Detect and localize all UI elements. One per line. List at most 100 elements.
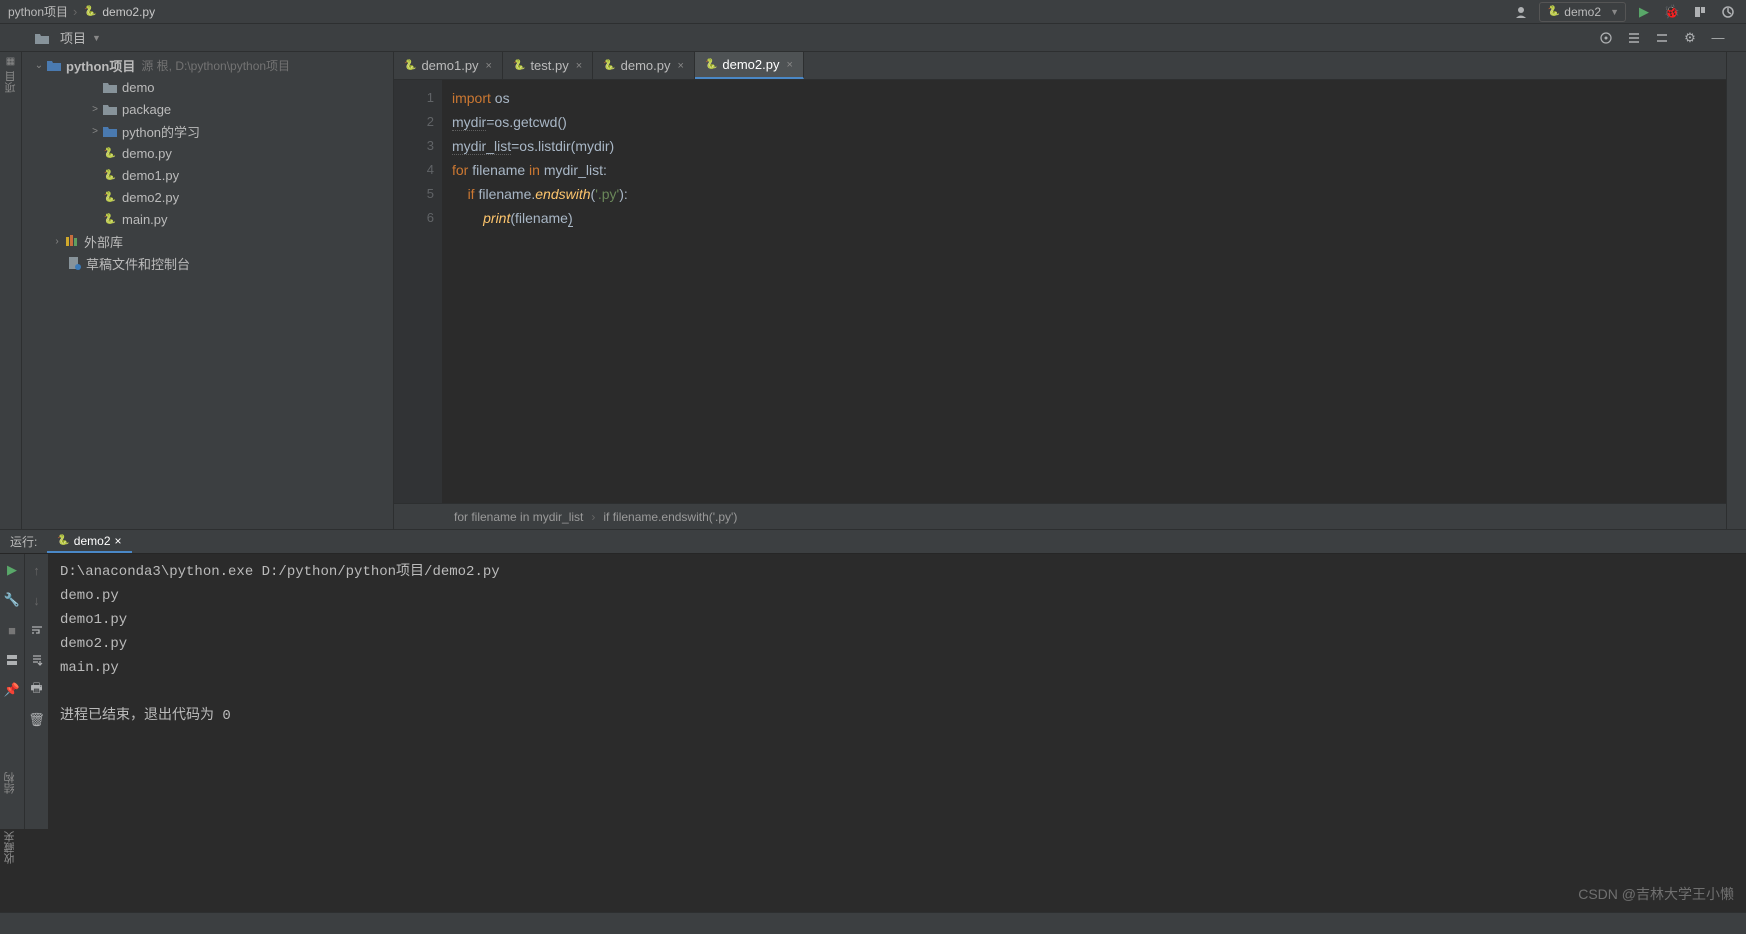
close-icon[interactable]: × <box>486 60 492 72</box>
tree-scratch[interactable]: 草稿文件和控制台 <box>22 252 393 274</box>
python-icon: 🐍 <box>57 535 69 546</box>
nav-breadcrumb-bar: python项目 › 🐍 demo2.py 🐍 demo2 ▼ ▶ 🐞 <box>0 0 1746 24</box>
tree-item-label: main.py <box>122 212 168 227</box>
close-icon[interactable]: × <box>576 60 582 72</box>
debug-icon[interactable]: 🐞 <box>1662 2 1682 22</box>
line-gutter[interactable]: 12345💡6 <box>394 80 442 503</box>
tree-item-label: package <box>122 102 171 117</box>
tree-item[interactable]: >package <box>22 98 393 120</box>
breadcrumb-project[interactable]: python项目 <box>8 3 68 20</box>
python-icon: 🐍 <box>1548 6 1560 17</box>
code-line[interactable]: mydir_list=os.listdir(mydir) <box>452 134 1726 158</box>
python-file-icon: 🐍 <box>513 60 525 71</box>
run-tab[interactable]: 🐍 demo2 × <box>47 530 131 553</box>
tree-item[interactable]: demo <box>22 76 393 98</box>
status-bar <box>0 912 1746 934</box>
code-line[interactable]: print(filename) <box>452 206 1726 230</box>
wrench-icon[interactable]: 🔧 <box>2 590 22 610</box>
line-number[interactable]: 4 <box>394 158 434 182</box>
down-icon[interactable]: ↓ <box>27 590 47 610</box>
print-icon[interactable]: 🖶 <box>27 680 47 700</box>
tree-ext-libs[interactable]: › 外部库 <box>22 230 393 252</box>
line-number[interactable]: 6 <box>394 206 434 230</box>
wrap-icon[interactable] <box>27 620 47 640</box>
editor-tab[interactable]: 🐍demo.py× <box>593 52 695 79</box>
breadcrumb-sep: › <box>73 4 77 19</box>
crumb-2[interactable]: if filename.endswith('.py') <box>603 510 737 524</box>
python-file-icon: 🐍 <box>82 4 98 20</box>
code-breadcrumb[interactable]: for filename in mydir_list › if filename… <box>394 503 1726 529</box>
user-icon[interactable] <box>1511 2 1531 22</box>
left-bottom-label-2[interactable]: 收藏夹 <box>2 831 18 864</box>
python-file-icon: 🐍 <box>102 167 118 183</box>
stop-icon[interactable]: ■ <box>2 620 22 640</box>
close-icon[interactable]: × <box>786 59 792 71</box>
tree-item-label: demo2.py <box>122 190 179 205</box>
run-config-selector[interactable]: 🐍 demo2 ▼ <box>1539 2 1626 22</box>
project-tree[interactable]: ⌄ python项目 源 根, D:\python\python项目 demo >… <box>22 52 393 529</box>
tree-item-label: demo1.py <box>122 168 179 183</box>
coverage-icon[interactable] <box>1690 2 1710 22</box>
tab-label: demo1.py <box>421 58 478 73</box>
tree-root[interactable]: ⌄ python项目 源 根, D:\python\python项目 <box>22 54 393 76</box>
run-panel-header: 运行: 🐍 demo2 × <box>0 530 1746 554</box>
line-number[interactable]: 3 <box>394 134 434 158</box>
tree-item[interactable]: 🐍 main.py <box>22 208 393 230</box>
run-icon[interactable]: ▶ <box>1634 2 1654 22</box>
code-line[interactable]: mydir=os.getcwd() <box>452 110 1726 134</box>
scroll-icon[interactable] <box>27 650 47 670</box>
tree-item[interactable]: 🐍 demo2.py <box>22 186 393 208</box>
tab-label: demo.py <box>621 58 671 73</box>
scratch-icon <box>66 255 82 271</box>
project-panel-title[interactable]: 项目 <box>60 28 86 47</box>
pin-icon[interactable]: 📌 <box>2 680 22 700</box>
python-file-icon: 🐍 <box>102 145 118 161</box>
editor-tab[interactable]: 🐍test.py× <box>503 52 593 79</box>
tree-root-hint: 源 根, D:\python\python项目 <box>141 57 290 74</box>
python-file-icon: 🐍 <box>102 189 118 205</box>
settings-icon[interactable]: ⚙ <box>1680 28 1700 48</box>
layout-icon[interactable] <box>2 650 22 670</box>
crumb-1[interactable]: for filename in mydir_list <box>454 510 583 524</box>
code-line[interactable]: import os <box>452 86 1726 110</box>
structure-icon[interactable]: ▦ <box>6 56 15 67</box>
line-number[interactable]: 1 <box>394 86 434 110</box>
code-line[interactable]: if filename.endswith('.py'): <box>452 182 1726 206</box>
up-icon[interactable]: ↑ <box>27 560 47 580</box>
collapse-all-icon[interactable] <box>1652 28 1672 48</box>
run-output[interactable]: D:\anaconda3\python.exe D:/python/python… <box>48 554 1746 829</box>
folder-icon <box>46 57 62 73</box>
close-icon[interactable]: × <box>678 60 684 72</box>
run-config-label: demo2 <box>1564 5 1601 19</box>
code-editor[interactable]: import osmydir=os.getcwd()mydir_list=os.… <box>442 80 1726 503</box>
tree-item[interactable]: 🐍 demo1.py <box>22 164 393 186</box>
left-gutter-label[interactable]: 项目 <box>3 71 19 93</box>
tree-item[interactable]: 🐍demo.py <box>22 142 393 164</box>
line-number[interactable]: 2 <box>394 110 434 134</box>
tree-scratch-label: 草稿文件和控制台 <box>86 254 190 273</box>
close-icon[interactable]: × <box>115 534 122 548</box>
folder-icon <box>102 79 118 95</box>
breadcrumb-file[interactable]: demo2.py <box>102 5 155 19</box>
run-panel-label: 运行: <box>0 533 47 550</box>
line-number[interactable]: 5💡 <box>394 182 434 206</box>
expand-all-icon[interactable] <box>1624 28 1644 48</box>
editor-tab[interactable]: 🐍 demo1.py × <box>394 52 503 79</box>
profile-icon[interactable] <box>1718 2 1738 22</box>
editor-tab[interactable]: 🐍demo2.py× <box>695 52 804 79</box>
chevron-down-icon[interactable]: ▼ <box>92 33 101 43</box>
rerun-icon[interactable]: ▶ <box>2 560 22 580</box>
chevron-right-icon: › <box>50 236 64 247</box>
minimize-icon[interactable]: — <box>1708 28 1728 48</box>
chevron-right-icon: > <box>88 126 102 137</box>
chevron-down-icon: ▼ <box>1610 7 1619 17</box>
tree-root-label: python项目 <box>66 56 135 75</box>
python-file-icon: 🐍 <box>404 60 416 71</box>
tree-item-label: demo <box>122 80 155 95</box>
code-line[interactable]: for filename in mydir_list: <box>452 158 1726 182</box>
python-file-icon: 🐍 <box>102 211 118 227</box>
left-bottom-label-1[interactable]: 结构 <box>2 772 18 794</box>
trash-icon[interactable]: 🗑 <box>27 710 47 730</box>
locate-icon[interactable] <box>1596 28 1616 48</box>
tree-item[interactable]: >python的学习 <box>22 120 393 142</box>
